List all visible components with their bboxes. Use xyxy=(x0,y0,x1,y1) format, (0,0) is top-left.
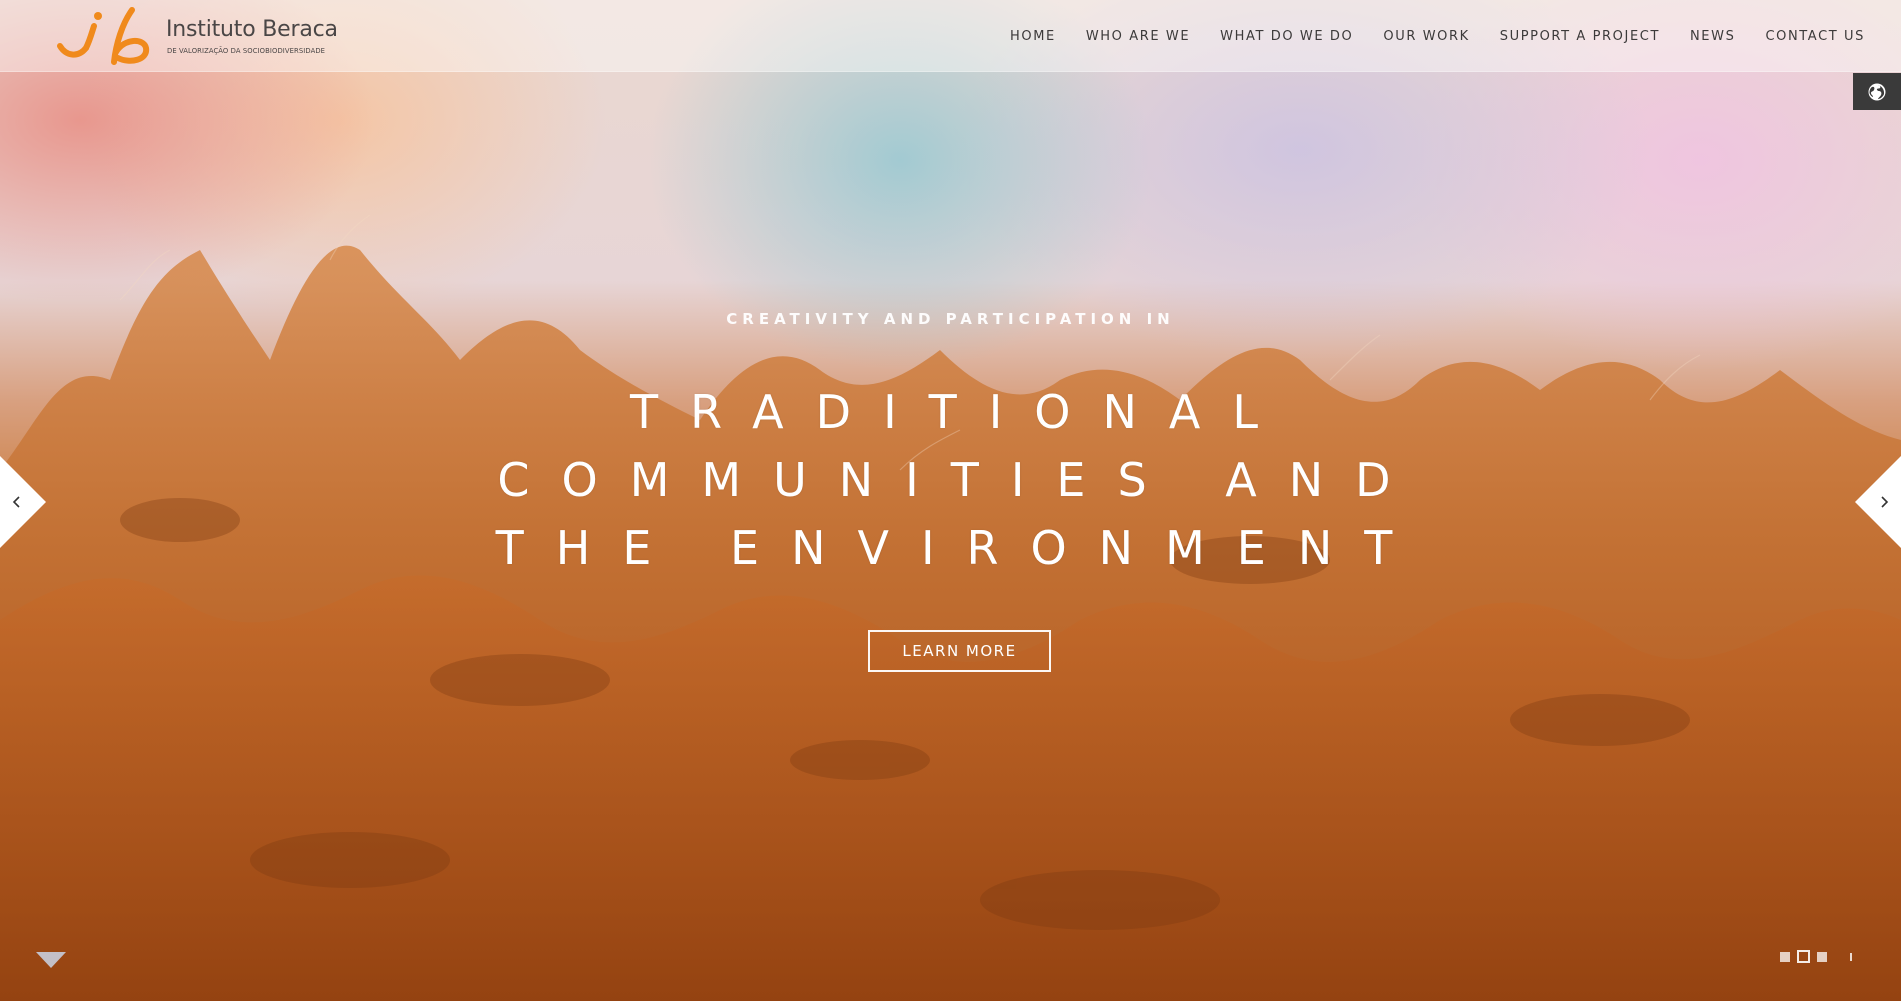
nav-news[interactable]: NEWS xyxy=(1690,29,1735,44)
slide-subtitle: CREATIVITY AND PARTICIPATION IN xyxy=(726,310,1175,328)
main-nav: HOME WHO ARE WE WHAT DO WE DO OUR WORK S… xyxy=(1010,0,1865,72)
logo-subtitle: DE VALORIZAÇÃO DA SOCIOBIODIVERSIDADE xyxy=(167,47,326,55)
logo-title: Instituto Beraca xyxy=(166,17,338,42)
site-header: Instituto Beraca DE VALORIZAÇÃO DA SOCIO… xyxy=(0,0,1901,72)
slider-dot-3[interactable] xyxy=(1817,951,1827,962)
nav-who-are-we[interactable]: WHO ARE WE xyxy=(1086,29,1190,44)
nav-home[interactable]: HOME xyxy=(1010,29,1056,44)
scroll-down-button[interactable] xyxy=(36,952,66,970)
nav-contact-us[interactable]: CONTACT US xyxy=(1765,29,1865,44)
slider-dot-2[interactable] xyxy=(1797,950,1810,963)
learn-more-button[interactable]: LEARN MORE xyxy=(868,630,1051,672)
slider-pagination xyxy=(1780,950,1852,963)
page: Instituto Beraca DE VALORIZAÇÃO DA SOCIO… xyxy=(0,0,1901,1003)
triangle-down-icon xyxy=(36,952,66,968)
slider-prev-button[interactable] xyxy=(0,456,48,548)
slide-title: TRADITIONAL COMMUNITIES AND THE ENVIRONM… xyxy=(495,385,1425,575)
nav-what-do-we-do[interactable]: WHAT DO WE DO xyxy=(1220,29,1353,44)
slider-dot-1[interactable] xyxy=(1780,951,1790,962)
language-button[interactable] xyxy=(1853,73,1901,110)
slider-next-button[interactable] xyxy=(1853,456,1901,548)
nav-our-work[interactable]: OUR WORK xyxy=(1383,29,1469,44)
globe-icon xyxy=(1868,83,1886,100)
site-logo[interactable]: Instituto Beraca DE VALORIZAÇÃO DA SOCIO… xyxy=(56,4,346,68)
nav-support-a-project[interactable]: SUPPORT A PROJECT xyxy=(1500,29,1660,44)
logo-mark-icon xyxy=(57,7,150,65)
slider-progress-tick xyxy=(1850,952,1852,961)
